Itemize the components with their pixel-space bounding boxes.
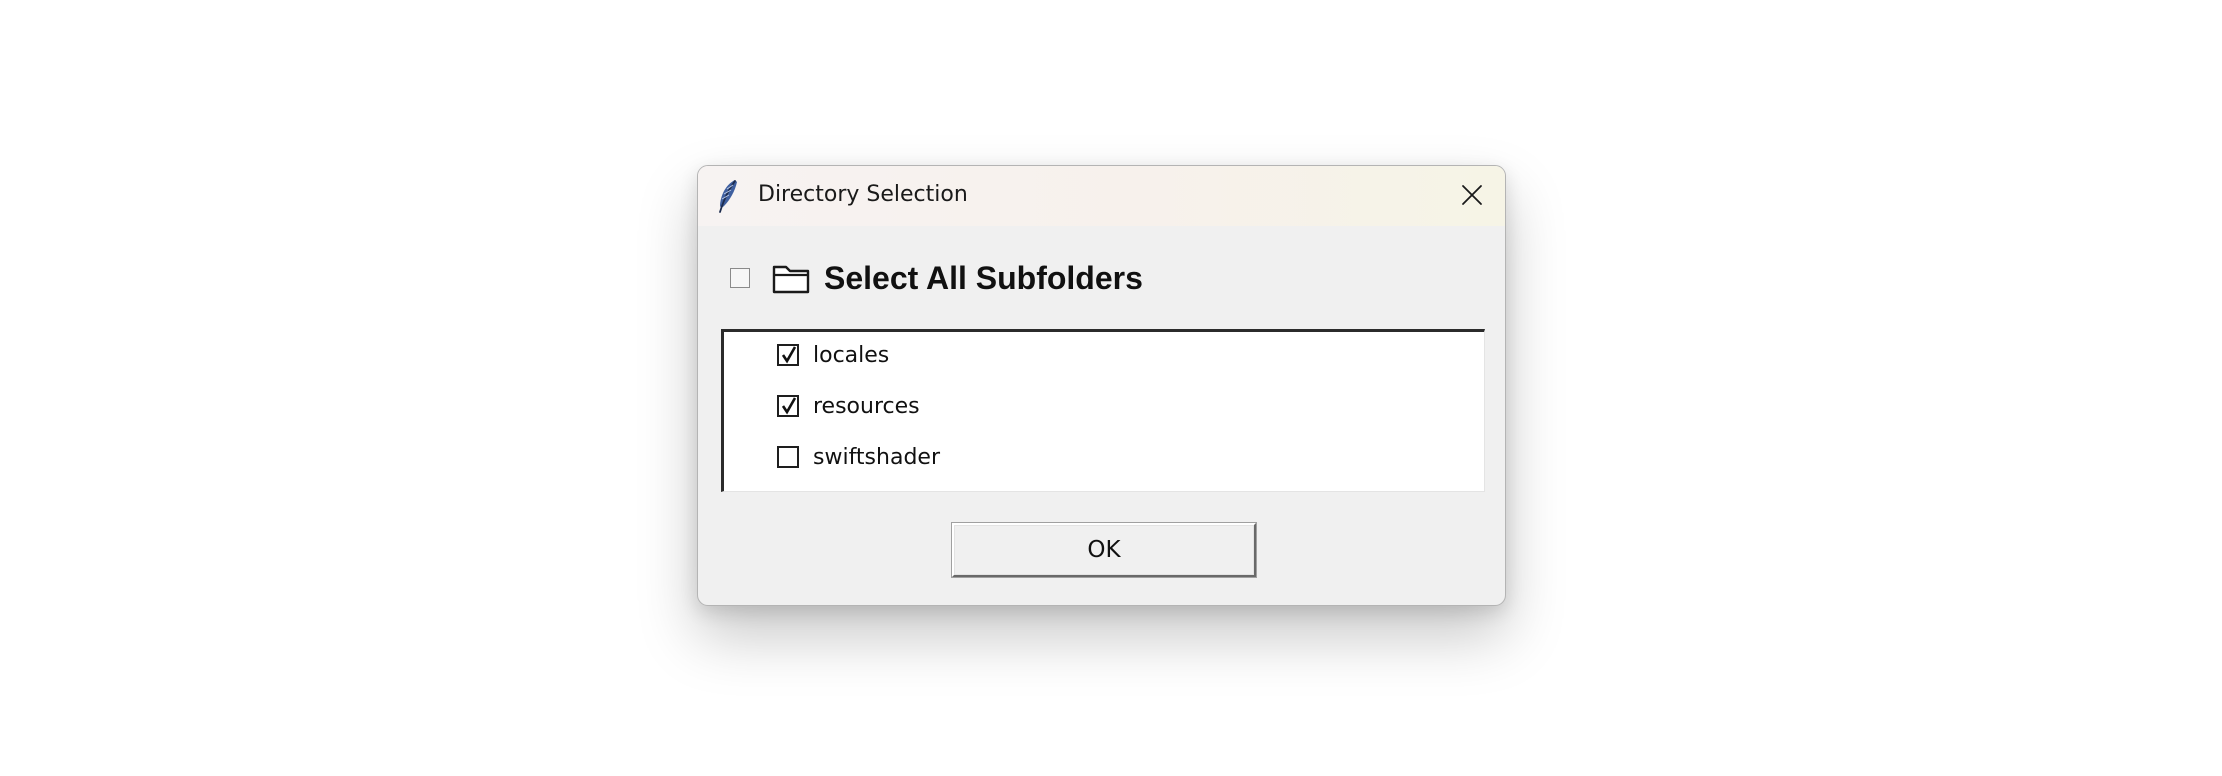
subfolder-label: locales	[813, 342, 890, 368]
subfolder-label: resources	[813, 393, 920, 419]
subfolder-checkbox-locales[interactable]	[777, 344, 799, 366]
select-all-row: Select All Subfolders	[730, 258, 1143, 298]
subfolder-list: locales resources swiftshader	[721, 329, 1485, 492]
list-item[interactable]: resources	[777, 389, 920, 423]
checkmark-icon	[781, 346, 797, 364]
subfolder-checkbox-resources[interactable]	[777, 395, 799, 417]
list-item[interactable]: swiftshader	[777, 440, 940, 474]
directory-selection-dialog: Directory Selection Select All Subfolder…	[697, 165, 1506, 606]
title-bar[interactable]: Directory Selection	[698, 166, 1505, 226]
window-title: Directory Selection	[758, 182, 968, 207]
close-button[interactable]	[1439, 166, 1505, 224]
subfolder-label: swiftshader	[813, 444, 940, 470]
subfolder-checkbox-swiftshader[interactable]	[777, 446, 799, 468]
ok-button[interactable]: OK	[952, 523, 1256, 577]
feather-icon	[719, 180, 737, 213]
close-icon	[1462, 185, 1482, 205]
list-item[interactable]: locales	[777, 338, 889, 372]
select-all-checkbox[interactable]	[730, 268, 750, 288]
folder-icon	[772, 265, 810, 294]
checkmark-icon	[781, 397, 797, 415]
select-all-label: Select All Subfolders	[824, 259, 1143, 296]
